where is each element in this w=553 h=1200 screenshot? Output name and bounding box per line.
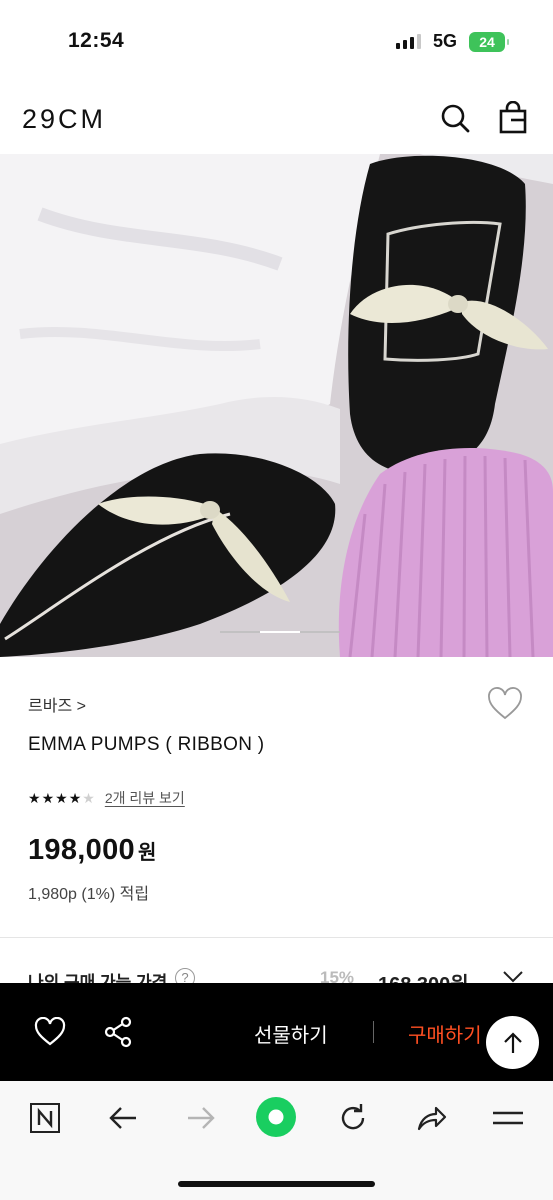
star-icon: ★ <box>82 790 95 806</box>
product-price: 198,000 <box>28 834 135 866</box>
share-icon[interactable] <box>102 1015 134 1049</box>
status-time: 12:54 <box>68 29 125 52</box>
divider <box>0 937 553 938</box>
arrow-up-icon <box>503 1031 522 1053</box>
battery-level: 24 <box>479 34 495 50</box>
reward-points: 1,980p (1%) 적립 <box>28 886 150 903</box>
status-bar: 12:54 5G 24 <box>0 0 553 84</box>
share-icon[interactable] <box>414 1101 448 1135</box>
wishlist-heart-icon[interactable] <box>486 686 524 722</box>
divider <box>373 1021 374 1043</box>
app-header: 29CM <box>0 84 553 154</box>
network-type: 5G <box>433 31 458 51</box>
product-photo <box>0 154 553 657</box>
star-icon: ★ <box>41 790 55 806</box>
menu-icon[interactable] <box>491 1101 525 1135</box>
naver-n-icon[interactable] <box>28 1101 62 1135</box>
star-icon: ★ <box>28 790 41 806</box>
battery-icon: 24 <box>469 32 509 52</box>
back-arrow-icon[interactable] <box>106 1101 140 1135</box>
signal-strength-icon <box>396 34 421 49</box>
gift-button[interactable]: 선물하기 <box>254 1019 328 1048</box>
star-icon: ★ <box>55 790 68 806</box>
green-home-icon[interactable] <box>255 1096 297 1138</box>
purchase-action-bar: 선물하기 구매하기 <box>0 983 553 1081</box>
star-icon: ★ <box>68 790 82 806</box>
chevron-down-icon[interactable] <box>502 970 524 984</box>
product-name: EMMA PUMPS ( RIBBON ) <box>28 734 265 755</box>
product-image-gallery[interactable] <box>0 154 553 657</box>
home-indicator <box>178 1181 375 1187</box>
search-icon[interactable] <box>438 101 472 135</box>
rating-stars: ★ ★ ★ ★ ★ <box>28 790 95 806</box>
refresh-icon[interactable] <box>336 1101 370 1135</box>
scroll-to-top-button[interactable] <box>486 1016 539 1069</box>
price-row: 198,000 원 <box>28 834 156 867</box>
wishlist-heart-icon[interactable] <box>34 1017 66 1047</box>
forward-arrow-icon[interactable] <box>184 1101 218 1135</box>
buy-button[interactable]: 구매하기 <box>408 1019 498 1048</box>
rating-row: ★ ★ ★ ★ ★ 2개 리뷰 보기 <box>28 788 185 808</box>
currency-label: 원 <box>137 842 157 864</box>
brand-link[interactable]: 르바즈 > <box>28 692 86 716</box>
logo[interactable]: 29CM <box>22 104 106 135</box>
review-link[interactable]: 2개 리뷰 보기 <box>105 788 185 808</box>
shopping-bag-icon[interactable] <box>496 101 530 135</box>
